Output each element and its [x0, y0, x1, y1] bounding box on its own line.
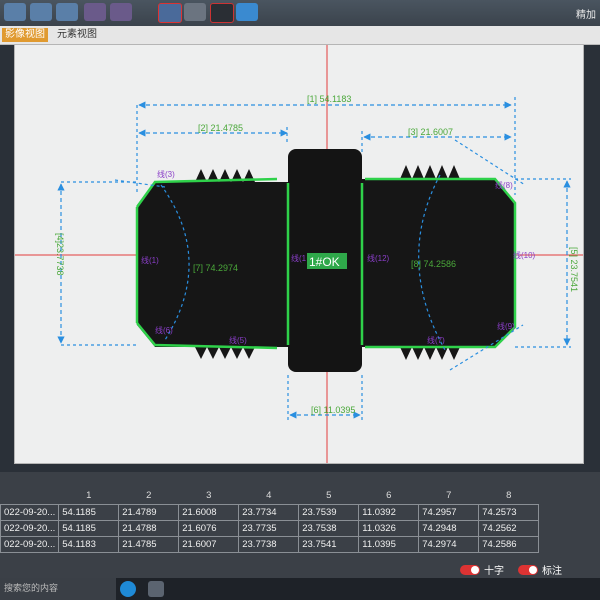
table-cell: 21.6076: [178, 520, 240, 537]
playback-icon[interactable]: [110, 3, 132, 21]
new-file-icon[interactable]: [4, 3, 26, 21]
table-cell: 21.4785: [118, 536, 180, 553]
table-cell: 11.0392: [358, 504, 420, 521]
table-header-cell: 1: [86, 489, 92, 501]
run-icon[interactable]: [158, 3, 182, 23]
open-folder-icon[interactable]: [30, 3, 52, 21]
table-cell: 21.4788: [118, 520, 180, 537]
table-cell: 21.6008: [178, 504, 240, 521]
table-header-cell: 2: [146, 489, 152, 501]
table-cell: 21.4789: [118, 504, 180, 521]
stop-icon[interactable]: [210, 3, 234, 23]
camera-icon[interactable]: [184, 3, 206, 21]
save-icon[interactable]: [56, 3, 78, 21]
line-label-10: 线(10): [513, 250, 536, 260]
table-cell: 74.2957: [418, 504, 480, 521]
dim-label-7: [7] 74.2974: [193, 263, 238, 273]
crosshair-toggle[interactable]: 十字: [460, 562, 504, 577]
table-cell: 54.1185: [58, 504, 120, 521]
image-viewport[interactable]: [1] 54.1183 [2] 21.4785 [3] 21.6007 [4]2…: [14, 44, 584, 464]
table-cell: 74.2586: [478, 536, 540, 553]
dim-label-8: [8] 74.2586: [411, 259, 456, 269]
annotate-switch-icon[interactable]: [518, 564, 538, 575]
table-header-row: 1 2 3 4 5 6 7 8: [1, 486, 539, 505]
line-label-5: 线(5): [229, 335, 247, 345]
table-cell: 23.7735: [238, 520, 300, 537]
toolbar: 精加: [0, 0, 600, 27]
line-label-12: 线(12): [367, 253, 390, 263]
table-header-cell: 3: [206, 489, 212, 501]
table-cell: 21.6007: [178, 536, 240, 553]
table-cell: 022-09-20...: [0, 504, 60, 521]
table-header-cell: 6: [386, 489, 392, 501]
taskbar-search-input[interactable]: 搜索您的内容: [0, 578, 116, 600]
table-cell: 54.1183: [58, 536, 120, 553]
windows-taskbar: 搜索您的内容: [0, 578, 600, 600]
dim-label-2: [2] 21.4785: [198, 123, 243, 133]
table-header-cell: 4: [266, 489, 272, 501]
tab-image-view[interactable]: 影像视图: [2, 28, 48, 42]
view-tabs: 影像视图 元素视图: [0, 26, 600, 45]
table-cell: 74.2562: [478, 520, 540, 537]
table-cell: 23.7734: [238, 504, 300, 521]
dim-label-4: [4]23.7738: [55, 233, 65, 276]
result-badge: 1#OK: [309, 255, 340, 269]
table-row[interactable]: 022-09-20... 54.1183 21.4785 21.6007 23.…: [0, 536, 540, 553]
edge-browser-icon[interactable]: [120, 581, 136, 597]
line-label-6: 线(6): [155, 325, 173, 335]
dim-label-6: [6] 11.0395: [311, 405, 355, 415]
table-cell: 54.1185: [58, 520, 120, 537]
annotate-toggle[interactable]: 标注: [518, 562, 562, 577]
table-cell: 23.7541: [298, 536, 360, 553]
measurement-canvas: [1] 54.1183 [2] 21.4785 [3] 21.6007 [4]2…: [15, 45, 583, 463]
crosshair-switch-icon[interactable]: [460, 564, 480, 575]
crosshair-toggle-label: 十字: [484, 566, 504, 577]
table-cell: 11.0395: [358, 536, 420, 553]
table-row[interactable]: 022-09-20... 54.1185 21.4789 21.6008 23.…: [0, 504, 540, 521]
line-label-9: 线(9): [497, 321, 515, 331]
table-row[interactable]: 022-09-20... 54.1185 21.4788 21.6076 23.…: [0, 520, 540, 537]
app-window-icon[interactable]: [148, 581, 164, 597]
tab-element-view[interactable]: 元素视图: [54, 28, 100, 42]
table-cell: 23.7539: [298, 504, 360, 521]
table-cell: 022-09-20...: [0, 520, 60, 537]
table-header-cell: [1, 486, 59, 505]
table-cell: 11.0326: [358, 520, 420, 537]
line-label-1: 线(1): [141, 255, 159, 265]
table-cell: 23.7538: [298, 520, 360, 537]
toolbar-right-text[interactable]: 精加: [576, 6, 596, 21]
dim-label-3: [3] 21.6007: [408, 127, 453, 137]
dim-label-1: [1] 54.1183: [307, 94, 351, 104]
line-label-8: 线(8): [495, 180, 513, 190]
table-cell: 74.2974: [418, 536, 480, 553]
table-cell: 022-09-20...: [0, 536, 60, 553]
line-label-3: 线(3): [157, 169, 175, 179]
table-cell: 23.7738: [238, 536, 300, 553]
table-header-cell: 7: [446, 489, 452, 501]
table-cell: 74.2573: [478, 504, 540, 521]
table-header-cell: 5: [326, 489, 332, 501]
dim-label-5: [5] 23.7541: [569, 247, 579, 292]
table-header-cell: 8: [506, 489, 512, 501]
settings-gear-icon[interactable]: [236, 3, 258, 21]
table-cell: 74.2948: [418, 520, 480, 537]
annotate-toggle-label: 标注: [542, 566, 562, 577]
results-table: 1 2 3 4 5 6 7 8 022-09-20... 54.1185 21.…: [0, 486, 540, 553]
record-icon[interactable]: [84, 3, 106, 21]
line-label-11: 线(1: [291, 253, 307, 263]
line-label-7: 线(7): [427, 335, 445, 345]
